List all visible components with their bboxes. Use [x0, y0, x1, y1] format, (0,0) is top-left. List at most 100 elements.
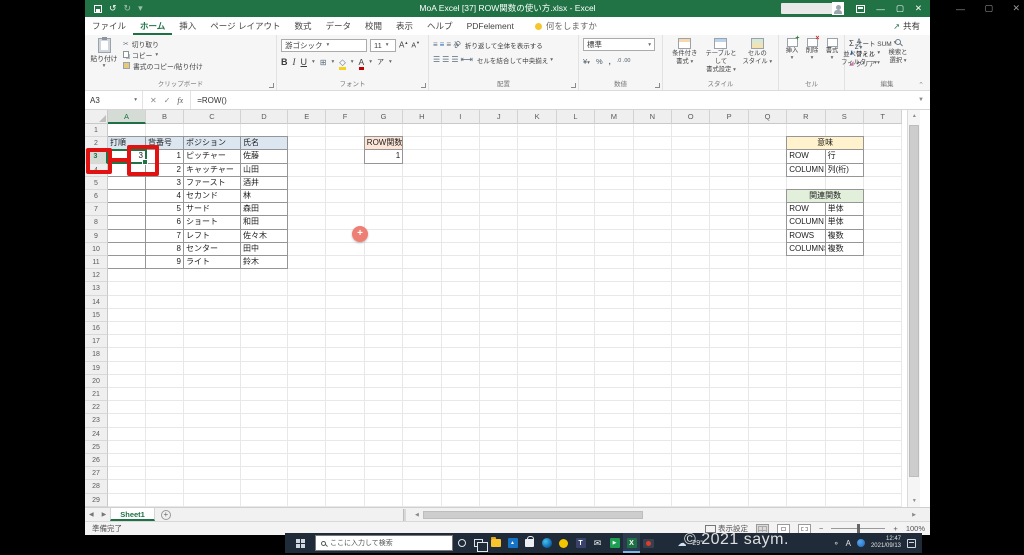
row-header-8[interactable]: 8: [85, 216, 108, 229]
row-header-20[interactable]: 20: [85, 375, 108, 388]
collapse-ribbon-icon[interactable]: ⌃: [918, 81, 924, 89]
format-painter-button[interactable]: 書式のコピー/貼り付け: [123, 60, 273, 71]
main-table-cell[interactable]: [108, 177, 146, 190]
row-header-15[interactable]: 15: [85, 309, 108, 322]
tab-ヘルプ[interactable]: ヘルプ: [420, 17, 460, 35]
sheet-nav-left-icon[interactable]: ◀: [85, 511, 98, 518]
tab-ページ レイアウト[interactable]: ページ レイアウト: [203, 17, 287, 35]
start-button[interactable]: [285, 533, 315, 553]
column-header-A[interactable]: A: [108, 110, 146, 124]
increase-font-icon[interactable]: A▲: [399, 40, 408, 50]
meaning-table-key[interactable]: COLUMN: [787, 164, 825, 177]
column-header-K[interactable]: K: [518, 110, 556, 124]
column-header-P[interactable]: P: [710, 110, 748, 124]
main-table-cell[interactable]: ショート: [184, 216, 241, 229]
store-icon[interactable]: [521, 533, 538, 553]
meaning-table-value[interactable]: 行: [826, 150, 864, 163]
paste-button[interactable]: 貼り付け ▾: [89, 38, 119, 69]
new-sheet-button[interactable]: +: [161, 510, 171, 520]
main-table-cell[interactable]: 鈴木: [241, 256, 288, 269]
related-table-value[interactable]: 複数: [826, 230, 864, 243]
main-table-header[interactable]: 氏名: [241, 137, 288, 150]
comma-format-icon[interactable]: ,: [609, 57, 611, 66]
tab-挿入[interactable]: 挿入: [172, 17, 203, 35]
zoom-slider[interactable]: [831, 528, 885, 529]
name-box[interactable]: A3▾: [85, 91, 143, 109]
meaning-table-title[interactable]: 意味: [787, 137, 864, 150]
column-header-O[interactable]: O: [672, 110, 710, 124]
scroll-down-icon[interactable]: ▼: [908, 498, 920, 504]
clipboard-dialog-launcher-icon[interactable]: [269, 83, 274, 88]
column-header-B[interactable]: B: [146, 110, 184, 124]
main-table-cell[interactable]: [108, 203, 146, 216]
indent-icons[interactable]: ⇤⇥: [461, 55, 472, 64]
main-table-cell[interactable]: 7: [146, 230, 184, 243]
insert-function-icon[interactable]: fx: [177, 96, 183, 105]
worksheet-grid[interactable]: + ▲ ▼ ABCDEFGHIJKLMNOPQRST12345678910111…: [85, 110, 930, 507]
tab-PDFelement[interactable]: PDFelement: [460, 17, 521, 35]
font-dialog-launcher-icon[interactable]: [421, 83, 426, 88]
qat-customize-icon[interactable]: ▾: [138, 0, 143, 17]
taskbar-search-input[interactable]: ここに入力して検索: [315, 535, 453, 551]
meaning-table-value[interactable]: 列(桁): [826, 164, 864, 177]
camera-icon[interactable]: [640, 533, 657, 553]
number-dialog-launcher-icon[interactable]: [655, 83, 660, 88]
main-table-cell[interactable]: 佐藤: [241, 150, 288, 163]
main-table-cell[interactable]: 佐々木: [241, 230, 288, 243]
row-header-27[interactable]: 27: [85, 467, 108, 480]
orientation-icon[interactable]: ab: [451, 39, 462, 50]
column-header-N[interactable]: N: [634, 110, 672, 124]
alignment-dialog-launcher-icon[interactable]: [571, 83, 576, 88]
row-header-26[interactable]: 26: [85, 454, 108, 467]
app-green-icon[interactable]: ▶: [606, 533, 623, 553]
currency-format-icon[interactable]: ¥▾: [583, 57, 590, 66]
row-header-13[interactable]: 13: [85, 282, 108, 295]
expand-formula-bar-icon[interactable]: ▼: [918, 97, 924, 103]
column-header-G[interactable]: G: [365, 110, 403, 124]
row-header-28[interactable]: 28: [85, 480, 108, 493]
row-header-18[interactable]: 18: [85, 348, 108, 361]
formula-input[interactable]: =ROW(): [191, 96, 918, 105]
row-header-12[interactable]: 12: [85, 269, 108, 282]
row-header-19[interactable]: 19: [85, 362, 108, 375]
font-size-select[interactable]: 11▾: [370, 39, 396, 52]
main-table-cell[interactable]: センター: [184, 243, 241, 256]
main-table-cell[interactable]: 山田: [241, 164, 288, 177]
share-button[interactable]: ↗ 共有: [893, 17, 920, 35]
outer-maximize-button[interactable]: ▢: [984, 3, 993, 14]
tab-scroll-split[interactable]: [403, 509, 406, 521]
row-header-17[interactable]: 17: [85, 335, 108, 348]
column-header-D[interactable]: D: [241, 110, 288, 124]
column-header-R[interactable]: R: [787, 110, 825, 124]
outer-close-button[interactable]: ✕: [1012, 3, 1020, 14]
zoom-slider-thumb[interactable]: [857, 524, 860, 533]
column-header-C[interactable]: C: [184, 110, 241, 124]
borders-icon[interactable]: ⊞: [320, 58, 327, 67]
excel-icon[interactable]: X: [623, 533, 640, 553]
save-icon[interactable]: [94, 5, 102, 13]
zoom-level[interactable]: 100%: [906, 524, 925, 533]
number-format-select[interactable]: 標準▾: [583, 38, 655, 51]
mail-icon[interactable]: ✉: [589, 533, 606, 553]
fill-color-icon[interactable]: ◇: [339, 58, 346, 67]
column-header-J[interactable]: J: [480, 110, 518, 124]
column-header-M[interactable]: M: [595, 110, 633, 124]
font-color-icon[interactable]: A: [359, 58, 365, 67]
main-table-cell[interactable]: 3: [146, 177, 184, 190]
main-table-cell[interactable]: セカンド: [184, 190, 241, 203]
main-table-cell[interactable]: 田中: [241, 243, 288, 256]
app-yellow-icon[interactable]: [555, 533, 572, 553]
tab-データ[interactable]: データ: [319, 17, 359, 35]
main-table-cell[interactable]: キャッチャー: [184, 164, 241, 177]
row-header-11[interactable]: 11: [85, 256, 108, 269]
main-table-cell[interactable]: [108, 216, 146, 229]
tab-表示[interactable]: 表示: [389, 17, 420, 35]
percent-format-icon[interactable]: %: [596, 57, 603, 66]
main-table-cell[interactable]: 和田: [241, 216, 288, 229]
row-header-23[interactable]: 23: [85, 414, 108, 427]
cortana-icon[interactable]: [453, 533, 470, 553]
column-header-H[interactable]: H: [403, 110, 441, 124]
row-header-10[interactable]: 10: [85, 243, 108, 256]
action-center-icon[interactable]: [907, 539, 916, 548]
decrease-font-icon[interactable]: A▼: [411, 40, 420, 49]
